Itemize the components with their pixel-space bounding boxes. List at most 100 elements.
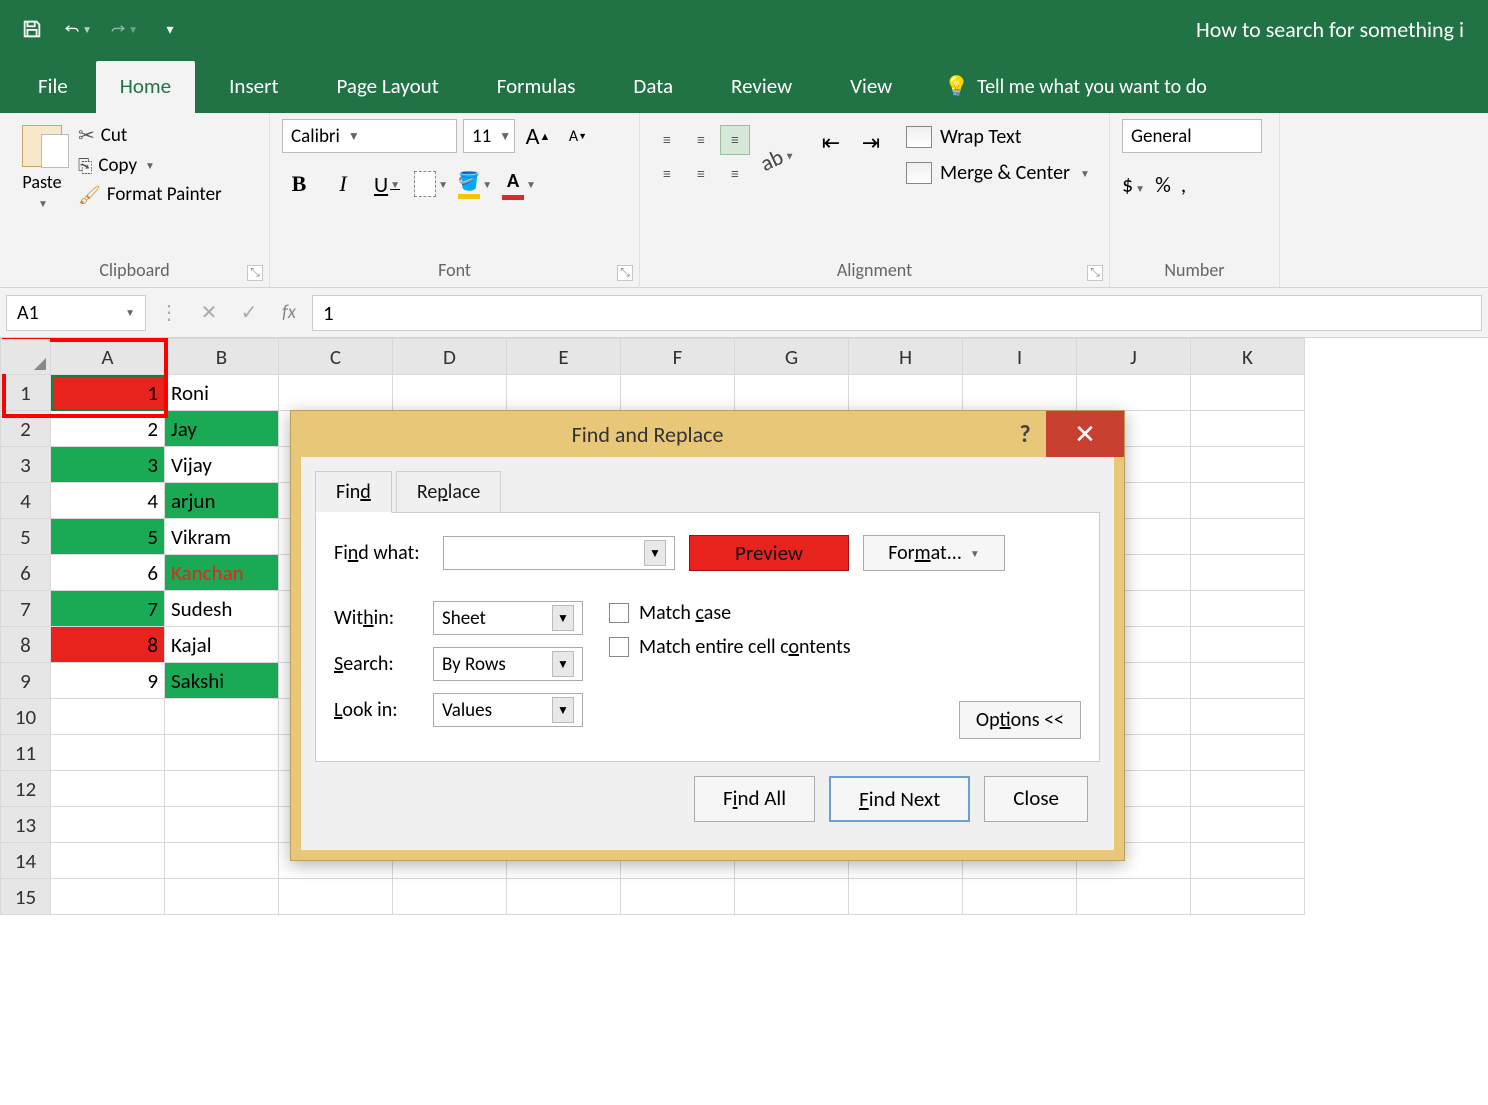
cell-J1[interactable] bbox=[1077, 375, 1191, 411]
row-header[interactable]: 1 bbox=[1, 375, 51, 411]
align-right-button[interactable]: ≡ bbox=[720, 159, 750, 189]
match-case-checkbox[interactable]: Match case bbox=[609, 601, 851, 625]
cell-H1[interactable] bbox=[849, 375, 963, 411]
dialog-titlebar[interactable]: Find and Replace ? ✕ bbox=[291, 411, 1124, 457]
wrap-text-button[interactable]: Wrap Text bbox=[906, 125, 1090, 149]
bold-button[interactable]: B bbox=[282, 167, 316, 201]
italic-button[interactable]: I bbox=[326, 167, 360, 201]
cell-K15[interactable] bbox=[1191, 879, 1305, 915]
cut-button[interactable]: ✂Cut bbox=[78, 123, 222, 148]
cell-B3[interactable]: Vijay bbox=[165, 447, 279, 483]
close-dialog-button[interactable]: Close bbox=[984, 776, 1088, 822]
cell-G15[interactable] bbox=[735, 879, 849, 915]
cell-B6[interactable]: Kanchan bbox=[165, 555, 279, 591]
tab-formulas[interactable]: Formulas bbox=[473, 61, 600, 113]
cell-B7[interactable]: Sudesh bbox=[165, 591, 279, 627]
cell-A14[interactable] bbox=[51, 843, 165, 879]
cell-A5[interactable]: 5 bbox=[51, 519, 165, 555]
cell-B1[interactable]: Roni bbox=[165, 375, 279, 411]
font-name-combo[interactable]: Calibri▼ bbox=[282, 119, 457, 153]
cell-A15[interactable] bbox=[51, 879, 165, 915]
dropdown-icon[interactable]: ▼ bbox=[38, 197, 48, 210]
row-header[interactable]: 4 bbox=[1, 483, 51, 519]
merge-center-button[interactable]: Merge & Center▼ bbox=[906, 161, 1090, 185]
cancel-formula-button[interactable]: ✕ bbox=[192, 296, 226, 330]
font-size-combo[interactable]: 11▼ bbox=[463, 119, 515, 153]
dropdown-icon[interactable]: ▼ bbox=[552, 697, 574, 723]
save-button[interactable] bbox=[18, 15, 46, 43]
column-header-K[interactable]: K bbox=[1191, 339, 1305, 375]
cell-B15[interactable] bbox=[165, 879, 279, 915]
cell-D1[interactable] bbox=[393, 375, 507, 411]
decrease-indent-button[interactable]: ⇤ bbox=[814, 125, 848, 159]
align-middle-button[interactable]: ≡ bbox=[686, 125, 716, 155]
percent-button[interactable]: % bbox=[1155, 171, 1171, 198]
align-left-button[interactable]: ≡ bbox=[652, 159, 682, 189]
cell-A10[interactable] bbox=[51, 699, 165, 735]
enter-formula-button[interactable]: ✓ bbox=[232, 296, 266, 330]
currency-button[interactable]: $▼ bbox=[1122, 171, 1145, 198]
look-in-select[interactable]: Values▼ bbox=[433, 693, 583, 727]
dropdown-icon[interactable]: ▼ bbox=[438, 178, 448, 191]
paste-button[interactable]: Paste ▼ bbox=[12, 119, 72, 259]
cell-I1[interactable] bbox=[963, 375, 1077, 411]
column-header-F[interactable]: F bbox=[621, 339, 735, 375]
cell-A1[interactable]: 1 bbox=[51, 375, 165, 411]
cell-A2[interactable]: 2 bbox=[51, 411, 165, 447]
dropdown-icon[interactable]: ▼ bbox=[125, 306, 135, 319]
cell-F15[interactable] bbox=[621, 879, 735, 915]
dropdown-icon[interactable]: ▼ bbox=[482, 178, 492, 191]
row-header[interactable]: 7 bbox=[1, 591, 51, 627]
undo-button[interactable]: ▼ bbox=[64, 15, 92, 43]
cell-C15[interactable] bbox=[279, 879, 393, 915]
column-header-D[interactable]: D bbox=[393, 339, 507, 375]
dropdown-icon[interactable]: ▼ bbox=[552, 651, 574, 677]
column-header-J[interactable]: J bbox=[1077, 339, 1191, 375]
cell-K8[interactable] bbox=[1191, 627, 1305, 663]
cell-A9[interactable]: 9 bbox=[51, 663, 165, 699]
close-button[interactable]: ✕ bbox=[1046, 411, 1124, 457]
cell-A8[interactable]: 8 bbox=[51, 627, 165, 663]
align-bottom-button[interactable]: ≡ bbox=[720, 125, 750, 155]
cell-I15[interactable] bbox=[963, 879, 1077, 915]
dropdown-icon[interactable]: ▼ bbox=[526, 178, 536, 191]
cell-B10[interactable] bbox=[165, 699, 279, 735]
dropdown-icon[interactable]: ▼ bbox=[145, 159, 155, 172]
cell-A12[interactable] bbox=[51, 771, 165, 807]
cell-K3[interactable] bbox=[1191, 447, 1305, 483]
cell-A11[interactable] bbox=[51, 735, 165, 771]
cell-K4[interactable] bbox=[1191, 483, 1305, 519]
formula-input[interactable]: 1 bbox=[312, 295, 1482, 331]
cell-B14[interactable] bbox=[165, 843, 279, 879]
select-all-corner[interactable] bbox=[1, 339, 51, 375]
row-header[interactable]: 11 bbox=[1, 735, 51, 771]
tab-replace[interactable]: Replace bbox=[396, 471, 502, 513]
orientation-button[interactable]: ab▼ bbox=[756, 138, 798, 177]
align-top-button[interactable]: ≡ bbox=[652, 125, 682, 155]
tab-view[interactable]: View bbox=[826, 61, 916, 113]
dropdown-icon[interactable]: ▼ bbox=[1135, 182, 1145, 195]
cell-J15[interactable] bbox=[1077, 879, 1191, 915]
font-launcher-icon[interactable]: ⤡ bbox=[617, 265, 633, 281]
number-format-combo[interactable]: General bbox=[1122, 119, 1262, 153]
column-header-H[interactable]: H bbox=[849, 339, 963, 375]
cell-C1[interactable] bbox=[279, 375, 393, 411]
find-all-button[interactable]: Find All bbox=[694, 776, 815, 822]
dropdown-icon[interactable]: ▼ bbox=[1080, 167, 1090, 180]
cell-K11[interactable] bbox=[1191, 735, 1305, 771]
cell-G1[interactable] bbox=[735, 375, 849, 411]
cell-E1[interactable] bbox=[507, 375, 621, 411]
cell-B12[interactable] bbox=[165, 771, 279, 807]
cell-D15[interactable] bbox=[393, 879, 507, 915]
tell-me-input[interactable]: 💡Tell me what you want to do bbox=[944, 74, 1207, 113]
row-header[interactable]: 13 bbox=[1, 807, 51, 843]
dropdown-icon[interactable]: ▼ bbox=[82, 23, 92, 36]
comma-button[interactable]: , bbox=[1181, 171, 1187, 198]
cell-A6[interactable]: 6 bbox=[51, 555, 165, 591]
copy-button[interactable]: ⎘Copy▼ bbox=[78, 154, 222, 177]
row-header[interactable]: 9 bbox=[1, 663, 51, 699]
format-button[interactable]: Format...▼ bbox=[863, 535, 1005, 571]
match-contents-checkbox[interactable]: Match entire cell contents bbox=[609, 635, 851, 659]
row-header[interactable]: 6 bbox=[1, 555, 51, 591]
row-header[interactable]: 2 bbox=[1, 411, 51, 447]
